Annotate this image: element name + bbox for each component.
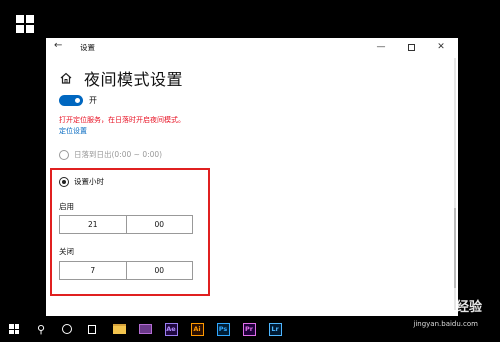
close-button[interactable]: ✕ xyxy=(428,38,454,56)
minimize-button[interactable]: — xyxy=(368,38,394,56)
photoshop-icon: Ps xyxy=(216,322,230,336)
title-bar: ← 设置 — ✕ xyxy=(46,38,458,56)
photoshop-button[interactable]: Ps xyxy=(211,316,235,342)
cortana-icon xyxy=(62,324,72,334)
night-light-toggle-row: 开 xyxy=(59,95,97,106)
location-warning-text: 打开定位服务，在日落时开启夜间模式。 xyxy=(59,116,185,124)
illustrator-icon: Ai xyxy=(190,322,204,336)
scroll-thumb[interactable] xyxy=(454,208,456,288)
radio-label-sunset: 日落到日出(0:00 ~ 0:00) xyxy=(74,150,163,159)
location-settings-link[interactable]: 定位设置 xyxy=(59,126,87,136)
watermark-url: jingyan.baidu.com xyxy=(413,320,478,328)
watermark-brand: Bai 经验 xyxy=(428,300,482,315)
home-icon[interactable] xyxy=(59,71,73,85)
close-icon: ✕ xyxy=(437,42,445,52)
radio-sunset-to-sunrise[interactable]: 日落到日出(0:00 ~ 0:00) xyxy=(59,149,162,160)
annotation-highlight-box xyxy=(50,168,210,296)
task-view-icon xyxy=(88,324,100,334)
page-header: 夜间模式设置 xyxy=(59,66,183,90)
premiere-button[interactable]: Pr xyxy=(237,316,261,342)
after-effects-button[interactable]: Ae xyxy=(159,316,183,342)
folder-icon xyxy=(112,324,126,334)
maximize-button[interactable] xyxy=(398,38,424,56)
page-title: 夜间模式设置 xyxy=(84,70,184,89)
cortana-button[interactable] xyxy=(55,316,79,342)
media-app-icon xyxy=(138,324,152,334)
illustrator-button[interactable]: Ai xyxy=(185,316,209,342)
windows-start-icon xyxy=(9,324,19,334)
night-light-toggle[interactable] xyxy=(59,95,83,106)
search-button[interactable]: ⚲ xyxy=(29,316,53,342)
media-app-button[interactable] xyxy=(133,316,157,342)
search-icon: ⚲ xyxy=(36,322,46,336)
task-view-button[interactable] xyxy=(81,316,105,342)
after-effects-icon: Ae xyxy=(164,322,178,336)
scrollbar[interactable] xyxy=(454,58,456,310)
maximize-icon xyxy=(407,43,415,51)
radio-button[interactable] xyxy=(59,149,69,160)
premiere-icon: Pr xyxy=(242,322,256,336)
start-button[interactable] xyxy=(2,316,26,342)
file-explorer-button[interactable] xyxy=(107,316,131,342)
app-title: 设置 xyxy=(80,43,95,52)
toggle-state-label: 开 xyxy=(89,96,97,105)
arrow-left-icon[interactable]: ← xyxy=(54,40,62,51)
lightroom-icon: Lr xyxy=(268,322,282,336)
lightroom-button[interactable]: Lr xyxy=(263,316,287,342)
windows-logo-icon xyxy=(16,15,34,33)
minimize-icon: — xyxy=(376,42,386,52)
